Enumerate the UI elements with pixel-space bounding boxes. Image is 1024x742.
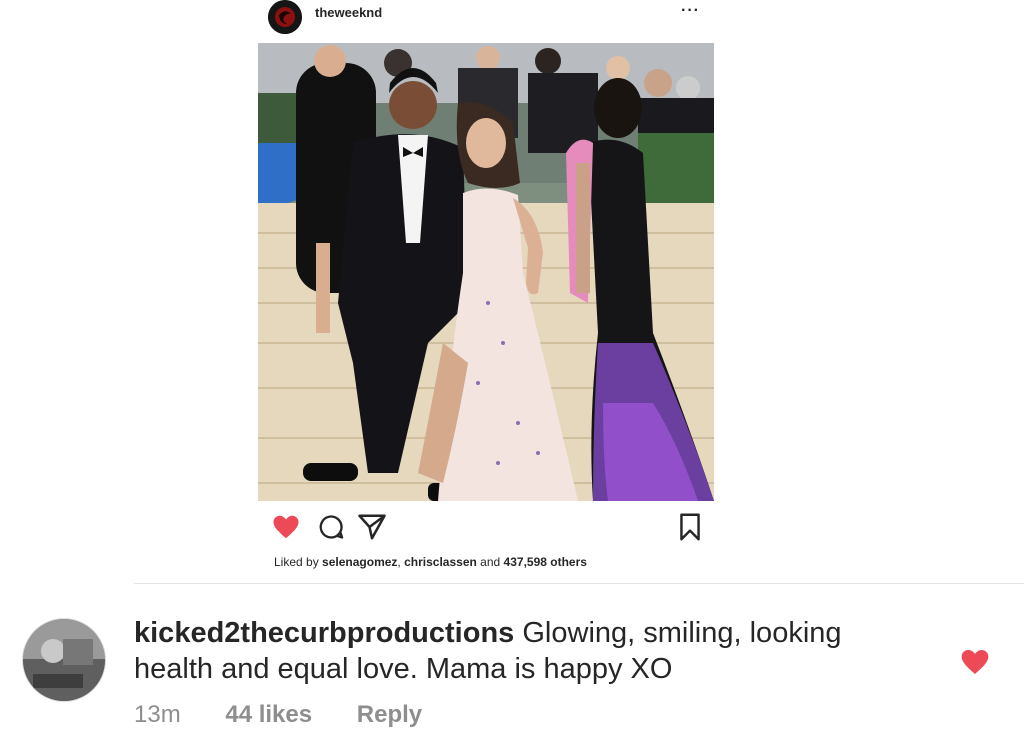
post-header: theweeknd ··· (258, 0, 714, 40)
post-photo[interactable] (258, 43, 714, 501)
comment-likes-count[interactable]: 44 likes (225, 701, 312, 728)
likes-others-link[interactable]: 437,598 others (504, 555, 587, 569)
post-username[interactable]: theweeknd (315, 5, 382, 20)
more-options-icon[interactable]: ··· (681, 2, 700, 20)
bookmark-icon[interactable] (679, 512, 701, 546)
like-heart-icon[interactable] (271, 512, 301, 546)
liker-link[interactable]: selenagomez (322, 555, 397, 569)
comment-username[interactable]: kicked2thecurbproductions (134, 617, 514, 649)
likes-summary: Liked by selenagomez, chrisclassen and 4… (274, 555, 587, 569)
share-send-icon[interactable] (357, 512, 387, 546)
comment-time: 13m (134, 701, 181, 728)
post-author-avatar[interactable] (268, 0, 302, 34)
reply-button[interactable]: Reply (357, 701, 422, 728)
likes-prefix: Liked by (274, 555, 319, 569)
liker-link[interactable]: chrisclassen (404, 555, 477, 569)
comment-body: kicked2thecurbproductions Glowing, smili… (134, 615, 894, 687)
likes-and: and (480, 555, 501, 569)
commenter-avatar[interactable] (22, 618, 106, 702)
comment-meta: 13m 44 likes Reply (134, 701, 460, 729)
comment-icon[interactable] (317, 512, 345, 546)
likes-separator: , (397, 555, 401, 569)
comment-like-heart-icon[interactable] (958, 646, 992, 683)
section-divider (134, 583, 1024, 584)
